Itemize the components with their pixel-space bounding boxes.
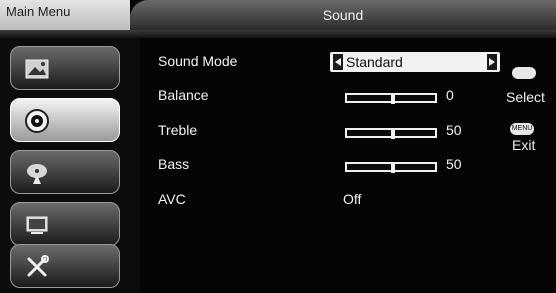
treble-slider-thumb[interactable] (391, 129, 395, 139)
tv-osd-screen: Main Menu Sound Sound Mode Standard Bala… (0, 0, 556, 293)
menu-key-label: MENU (511, 125, 533, 132)
sound-mode-value: Standard (346, 54, 403, 70)
bass-value: 50 (446, 156, 462, 172)
sidebar-item-channel[interactable] (10, 150, 120, 194)
sidebar-item-sound[interactable] (10, 98, 120, 142)
sound-mode-label: Sound Mode (158, 53, 238, 69)
exit-hint: Exit (512, 137, 536, 153)
chevron-right-icon[interactable] (487, 54, 497, 70)
tools-icon (27, 255, 49, 277)
sidebar-item-function[interactable] (10, 202, 120, 246)
sound-mode-selector[interactable]: Standard (330, 52, 500, 72)
avc-label: AVC (158, 191, 186, 207)
chevron-left-icon[interactable] (333, 54, 343, 70)
treble-value: 50 (446, 122, 462, 138)
menu-header: Main Menu Sound (0, 0, 556, 38)
page-title: Sound (130, 0, 556, 30)
picture-icon (25, 59, 49, 79)
main-menu-label[interactable]: Main Menu (0, 0, 130, 30)
balance-slider[interactable] (345, 93, 437, 104)
sound-settings-panel: Sound Mode Standard Balance 0 Treble 50 … (140, 38, 556, 293)
left-right-arrows-icon (512, 67, 536, 79)
bass-label: Bass (158, 156, 190, 172)
sidebar (0, 38, 140, 293)
tv-icon (26, 216, 48, 234)
sidebar-item-picture[interactable] (10, 46, 120, 90)
balance-label: Balance (158, 87, 209, 103)
sidebar-item-setup[interactable] (10, 244, 120, 288)
treble-slider[interactable] (345, 128, 437, 139)
satellite-dish-icon (27, 164, 47, 184)
treble-label: Treble (158, 122, 198, 138)
menu-key-icon: MENU (510, 123, 534, 135)
header-divider (0, 30, 556, 38)
avc-value[interactable]: Off (343, 191, 361, 207)
bass-slider-thumb[interactable] (391, 163, 395, 173)
key-help-panel: Select MENU Exit (502, 38, 556, 293)
speaker-icon (25, 109, 49, 133)
select-hint: Select (506, 89, 545, 105)
balance-slider-thumb[interactable] (391, 94, 395, 104)
bass-slider[interactable] (345, 162, 437, 173)
balance-value: 0 (446, 87, 454, 103)
